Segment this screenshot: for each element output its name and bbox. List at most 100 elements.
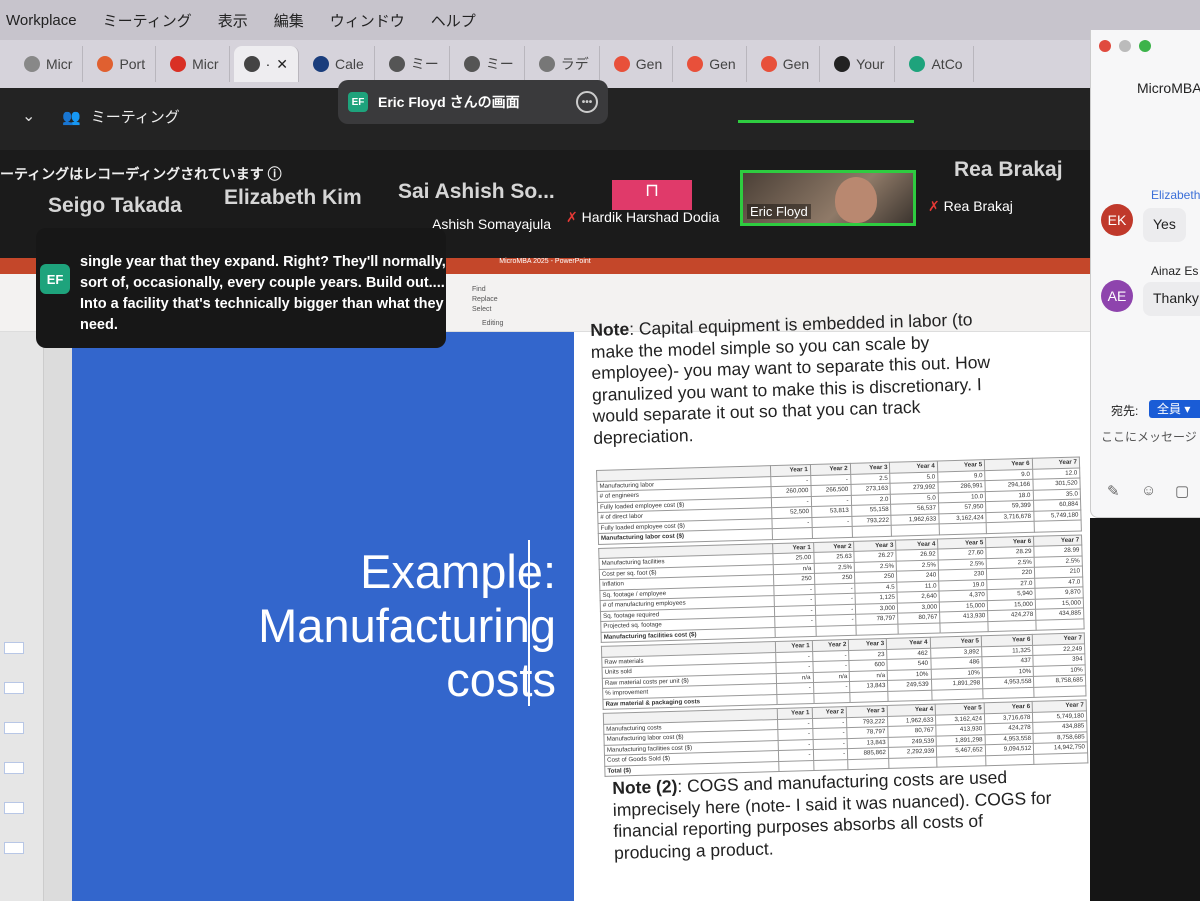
menu-item-edit[interactable]: 編集 [274,10,304,31]
tab-favicon-icon [97,56,114,72]
tab-favicon-icon [388,56,405,72]
more-options-icon[interactable]: ••• [576,91,598,113]
browser-tab[interactable]: · ✕ [233,46,299,82]
ribbon-find[interactable]: Find [472,286,486,293]
table-cell [985,753,1035,766]
thumbnail[interactable] [4,802,24,814]
thumbnail[interactable] [4,642,24,654]
info-icon[interactable]: ⓘ [268,166,282,182]
tab-label: · [265,56,271,72]
thumbnail[interactable] [4,722,24,734]
thumbnail[interactable] [4,762,24,774]
table-cell [813,759,849,771]
tab-label: Micr [192,56,219,72]
meeting-label: ミーティング [90,109,180,126]
tab-label: Gen [635,56,663,72]
table-cell [1033,519,1082,532]
menu-item-help[interactable]: ヘルプ [431,10,476,31]
browser-tab[interactable]: Micr [14,46,84,82]
video-label-2-text: Hardik Harshad Dodia [581,209,720,225]
browser-tab[interactable]: Cale [303,46,375,82]
gallery-name-3: Sai Ashish So... [398,180,555,203]
browser-tab[interactable]: Gen [677,46,747,82]
browser-tab[interactable]: Gen [751,46,821,82]
recipient-select[interactable]: 全員 ▾ [1149,400,1200,418]
thumbnail[interactable] [4,842,24,854]
browser-tab[interactable]: Port [87,46,157,82]
title-divider [528,540,530,706]
browser-tab[interactable]: AtCo [899,46,974,82]
meeting-button[interactable]: 👥 ミーティング [62,106,180,127]
ribbon-select[interactable]: Select [472,306,491,313]
cost-table: Year 1 Year 2 Year 3 Year 4 Year 5 Year 6 Year… [598,534,1085,643]
menu-app-name[interactable]: Workplace [6,12,77,29]
chevron-down-icon[interactable]: ⌄ [22,106,35,126]
table-cell [856,623,899,636]
emoji-icon[interactable]: ☺ [1141,482,1156,499]
tab-favicon-icon [243,56,260,72]
tab-label: Gen [709,56,736,72]
ribbon-replace[interactable]: Replace [472,296,498,303]
slide-thumbnails[interactable] [0,332,44,901]
menu-item-meeting[interactable]: ミーティング [103,10,192,31]
table-cell [940,621,989,633]
thumbnail[interactable] [4,682,24,694]
table-cell [888,689,932,702]
note2-label: Note (2) [612,776,678,798]
caption-avatar: EF [40,264,70,294]
tab-favicon-icon [538,56,555,72]
table-cell [937,755,986,768]
format-icon[interactable]: ✎ [1107,482,1120,500]
chat-title: MicroMBA [1137,80,1200,96]
browser-tab[interactable]: ラデ [529,46,600,82]
tab-favicon-icon [760,56,777,72]
recording-text: ーティングはレコーディングされています [0,166,264,182]
video-label-2: ✗ Hardik Harshad Dodia [566,209,719,226]
cost-table: Year 1 Year 2 Year 3 Year 4 Year 5 Year 6 Year… [603,699,1089,777]
share-avatar: EF [348,92,368,112]
chat-input[interactable]: ここにメッセージ [1101,428,1197,445]
ppt-statusbar [900,872,1090,884]
tab-favicon-icon [170,56,187,72]
note1-text: : Capital equipment is embedded in labor… [590,309,991,448]
note2-text: : COGS and manufacturing costs are used … [612,766,1052,863]
table-cell [982,686,1035,699]
ribbon-editing-group: Editing [482,320,504,327]
browser-tab[interactable]: Your [824,46,896,82]
browser-tab[interactable]: ミー [454,46,525,82]
table-cell [813,691,851,704]
muted-mic-icon: ✗ [566,209,582,225]
tab-label: ラデ [560,56,589,72]
menu-item-view[interactable]: 表示 [218,10,248,31]
recipient-label: 宛先: [1111,404,1139,418]
tab-favicon-icon [909,56,926,72]
close-icon[interactable] [1099,40,1111,52]
participant-tile[interactable]: ⊓ [612,180,692,210]
tab-label: ミー [485,56,514,72]
table-cell [774,625,816,638]
tab-label: Port [119,56,146,72]
screen-share-pill[interactable]: EF Eric Floyd さんの画面 ••• [338,80,608,124]
table-cell [811,526,853,538]
speaker-face [835,177,877,223]
browser-tab[interactable]: ミー [379,46,450,82]
tab-favicon-icon [312,56,329,72]
file-icon[interactable]: ▢ [1175,482,1189,500]
chat-panel: MicroMBA Elizabeth EK Yes Ainaz Es AE Th… [1090,30,1200,518]
minimize-icon[interactable] [1119,40,1131,52]
table-cell [778,760,814,772]
live-caption: EF single year that they expand. Right? … [36,228,446,348]
desktop-background [1090,518,1200,901]
browser-tab[interactable]: Gen [604,46,674,82]
active-speaker-indicator [738,120,914,123]
active-speaker-video[interactable]: Eric Floyd [740,170,916,226]
slide-note-2: Note (2): COGS and manufacturing costs a… [612,766,1054,865]
table-cell [1035,618,1085,631]
muted-mic-icon: ✗ [928,198,944,214]
table-cell [931,688,984,701]
maximize-icon[interactable] [1139,40,1151,52]
browser-tab[interactable]: Micr [160,46,230,82]
menu-item-window[interactable]: ウィンドウ [330,10,405,31]
close-tab-icon[interactable]: ✕ [276,56,288,73]
video-label-4: ✗ Rea Brakaj [928,198,1013,215]
